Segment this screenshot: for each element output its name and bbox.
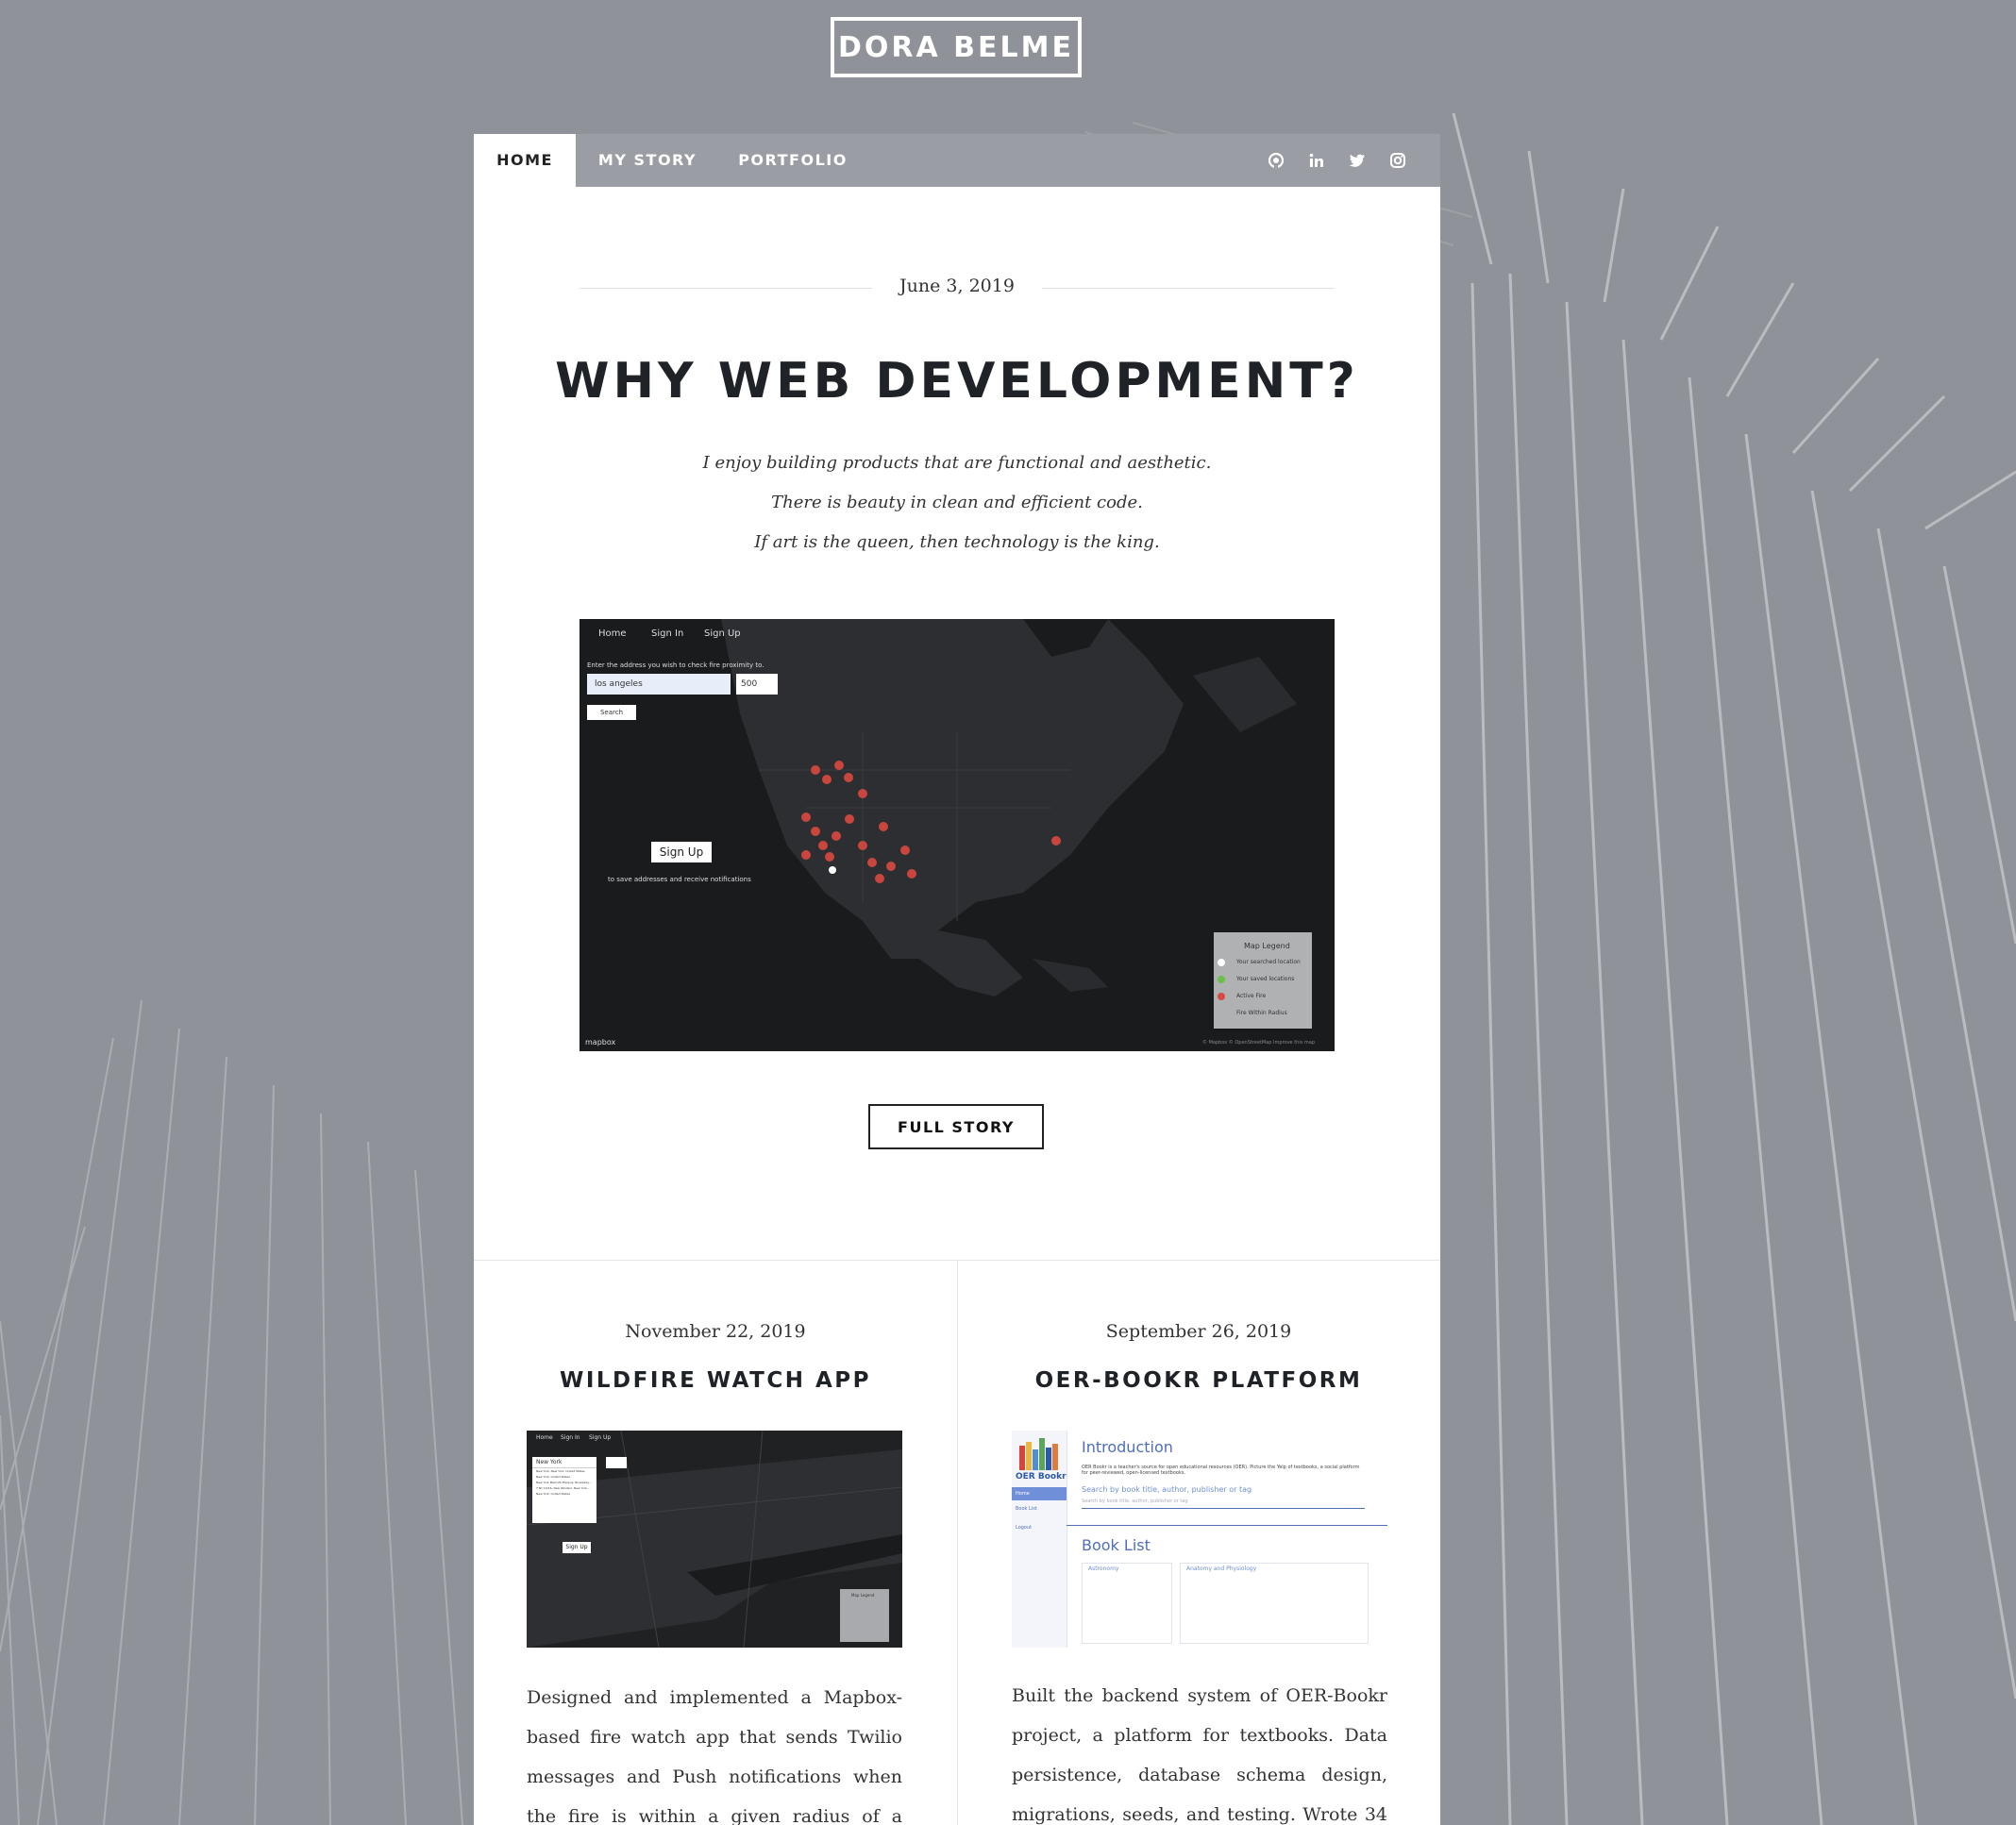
- thumb-book-card: Anatomy and Physiology: [1180, 1563, 1369, 1644]
- thumb-search-label: Search by book title, author, publisher …: [1082, 1485, 1252, 1494]
- linkedin-icon[interactable]: [1307, 151, 1326, 170]
- thumb-search-input: Search by book title, author, publisher …: [1082, 1499, 1365, 1509]
- hero-date: June 3, 2019: [899, 276, 1015, 296]
- post-text: Built the backend system of OER-Bookr pr…: [1012, 1685, 1387, 1825]
- legend-item: Your searched location: [1236, 959, 1301, 965]
- site-brand[interactable]: DORA BELME: [831, 17, 1082, 77]
- hero-title[interactable]: WHY WEB DEVELOPMENT?: [474, 353, 1440, 410]
- thumb-list-heading: Book List: [1082, 1536, 1151, 1554]
- hero-tagline-2: There is beauty in clean and efficient c…: [771, 493, 1143, 512]
- thumb-nav-signup: Sign Up: [589, 1434, 612, 1441]
- post-date: November 22, 2019: [625, 1321, 806, 1342]
- post-title[interactable]: OER-BOOKR PLATFORM: [957, 1368, 1440, 1393]
- thumb-menu-home: Home: [1012, 1487, 1067, 1500]
- twitter-icon[interactable]: [1348, 151, 1367, 170]
- thumb-sidebar: OER Bookr Home Book List Logout: [1012, 1431, 1067, 1648]
- legend-saved-icon: [1218, 976, 1225, 983]
- wildfire-app-screenshot[interactable]: Home Sign In Sign Up New York New York, …: [527, 1431, 902, 1648]
- content-card: HOME MY STORY PORTFOLIO June 3, 2019 WHY…: [474, 134, 1440, 1825]
- hero-date-row: June 3, 2019: [580, 274, 1335, 302]
- nav-item-my-story[interactable]: MY STORY: [581, 134, 714, 187]
- nav-item-home[interactable]: HOME: [474, 134, 576, 187]
- legend-fire-icon: [1218, 993, 1225, 1000]
- thumb-legend: Map Legend: [840, 1589, 889, 1642]
- mapbox-logo: mapbox: [585, 1038, 616, 1046]
- legend-title: Map Legend: [1244, 942, 1290, 950]
- thumb-signup-button: Sign Up: [563, 1542, 591, 1553]
- hero-screenshot-map[interactable]: Home Sign In Sign Up Enter the address y…: [580, 619, 1335, 1051]
- thumb-book-card: Astronomy: [1082, 1563, 1172, 1644]
- thumb-nav-home: Home: [536, 1434, 553, 1441]
- thumb-address-value: New York: [532, 1457, 596, 1468]
- post-date: September 26, 2019: [1105, 1321, 1292, 1342]
- map-legend: Map Legend Your searched location Your s…: [1214, 932, 1312, 1029]
- hero-tagline-3: If art is the queen, then technology is …: [754, 532, 1160, 552]
- thumb-divider: [1067, 1525, 1387, 1526]
- thumb-suggestions: New York New York, New York, United Stat…: [532, 1457, 596, 1523]
- divider-line: [580, 288, 872, 289]
- book-stack-icon: [1019, 1438, 1058, 1470]
- instagram-icon[interactable]: [1388, 151, 1407, 170]
- thumb-radius-input: [606, 1457, 627, 1468]
- thumb-nav-signin: Sign In: [561, 1434, 580, 1441]
- full-story-button[interactable]: FULL STORY: [868, 1104, 1044, 1149]
- thumb-menu-logout: Logout: [1016, 1525, 1033, 1531]
- post-text: Designed and implemented a Mapbox-based …: [527, 1687, 902, 1825]
- legend-location-icon: [1218, 959, 1225, 966]
- divider-line: [1042, 288, 1335, 289]
- hero-tagline-1: I enjoy building products that are funct…: [702, 453, 1212, 473]
- column-divider: [957, 1261, 958, 1825]
- nav-item-portfolio[interactable]: PORTFOLIO: [723, 134, 863, 187]
- thumb-book-title: Anatomy and Physiology: [1186, 1565, 1257, 1572]
- thumb-menu-booklist: Book List: [1016, 1506, 1037, 1512]
- thumb-suggestion: New York, United States: [536, 1492, 570, 1496]
- top-nav: HOME MY STORY PORTFOLIO: [474, 134, 1440, 187]
- legend-item: Active Fire: [1236, 993, 1267, 999]
- post-title[interactable]: WILDFIRE WATCH APP: [474, 1368, 957, 1393]
- legend-item: Your saved locations: [1236, 976, 1295, 982]
- thumb-intro-heading: Introduction: [1082, 1438, 1173, 1456]
- thumb-book-title: Astronomy: [1088, 1565, 1119, 1572]
- thumb-intro-text: OER Bookr is a teacher's source for open…: [1082, 1465, 1360, 1476]
- map-copyright[interactable]: © Mapbox © OpenStreetMap Improve this ma…: [1202, 1040, 1315, 1046]
- github-icon[interactable]: [1267, 151, 1285, 170]
- legend-item: Fire Within Radius: [1236, 1010, 1287, 1016]
- oer-bookr-screenshot[interactable]: OER Bookr Home Book List Logout Introduc…: [1012, 1431, 1387, 1648]
- oer-logo: OER Bookr: [1016, 1472, 1067, 1482]
